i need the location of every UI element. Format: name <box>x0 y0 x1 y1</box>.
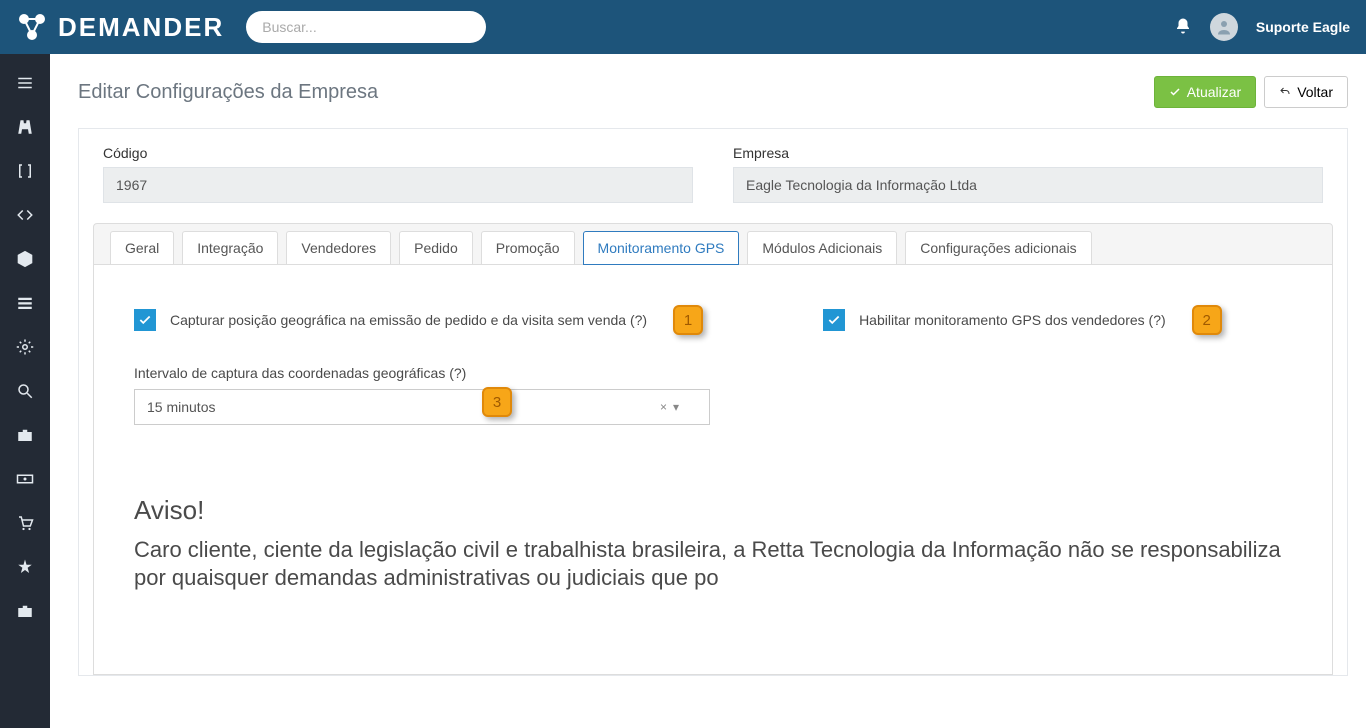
sidebar-item-road[interactable] <box>0 106 50 148</box>
brand-logo: DEMANDER <box>16 11 224 43</box>
checkbox-capture-position[interactable] <box>134 309 156 331</box>
chevron-down-icon: ▾ <box>673 400 679 414</box>
tab-configuracoes-adicionais[interactable]: Configurações adicionais <box>905 231 1091 265</box>
undo-icon <box>1279 86 1291 98</box>
check-enable-gps: Habilitar monitoramento GPS dos vendedor… <box>823 305 1222 335</box>
tab-vendedores[interactable]: Vendedores <box>286 231 391 265</box>
search-input[interactable] <box>246 11 486 43</box>
sidebar <box>0 54 50 728</box>
tab-promocao[interactable]: Promoção <box>481 231 575 265</box>
warning-block: Aviso! Caro cliente, ciente da legislaçã… <box>134 495 1292 591</box>
annotation-3: 3 <box>482 387 512 417</box>
back-button[interactable]: Voltar <box>1264 76 1348 108</box>
checkbox-enable-gps[interactable] <box>823 309 845 331</box>
page: Editar Configurações da Empresa Atualiza… <box>50 54 1366 728</box>
interval-group: Intervalo de captura das coordenadas geo… <box>134 365 710 425</box>
check-icon <box>138 313 152 327</box>
sidebar-item-briefcase[interactable] <box>0 414 50 456</box>
sidebar-item-search[interactable] <box>0 370 50 412</box>
tab-content: Capturar posição geográfica na emissão d… <box>93 265 1333 675</box>
search-wrap <box>246 11 486 43</box>
sidebar-item-settings[interactable] <box>0 326 50 368</box>
sidebar-item-package[interactable] <box>0 238 50 280</box>
page-header: Editar Configurações da Empresa Atualiza… <box>78 76 1348 108</box>
username[interactable]: Suporte Eagle <box>1256 19 1350 35</box>
warning-body: Caro cliente, ciente da legislação civil… <box>134 536 1292 591</box>
check-capture-position-label: Capturar posição geográfica na emissão d… <box>170 312 647 328</box>
code-label: Código <box>103 145 693 161</box>
sidebar-item-cash[interactable] <box>0 458 50 500</box>
tab-geral[interactable]: Geral <box>110 231 174 265</box>
company-input <box>733 167 1323 203</box>
tab-pedido[interactable]: Pedido <box>399 231 473 265</box>
tab-modulos-adicionais[interactable]: Módulos Adicionais <box>747 231 897 265</box>
bell-icon[interactable] <box>1174 17 1192 38</box>
sidebar-item-brackets[interactable] <box>0 150 50 192</box>
brand-text: DEMANDER <box>58 12 224 43</box>
check-enable-gps-label: Habilitar monitoramento GPS dos vendedor… <box>859 312 1166 328</box>
tab-monitoramento-gps[interactable]: Monitoramento GPS <box>583 231 740 265</box>
sidebar-item-list[interactable] <box>0 282 50 324</box>
clear-icon[interactable]: × <box>660 400 667 414</box>
annotation-1: 1 <box>673 305 703 335</box>
sidebar-item-cart[interactable] <box>0 502 50 544</box>
tabs-row: Geral Integração Vendedores Pedido Promo… <box>93 223 1333 265</box>
interval-select[interactable]: 15 minutos × ▾ <box>134 389 710 425</box>
sidebar-item-briefcase2[interactable] <box>0 590 50 632</box>
tab-integracao[interactable]: Integração <box>182 231 278 265</box>
logo-icon <box>16 11 48 43</box>
annotation-2: 2 <box>1192 305 1222 335</box>
interval-label: Intervalo de captura das coordenadas geo… <box>134 365 710 381</box>
interval-value: 15 minutos <box>147 399 215 415</box>
update-button[interactable]: Atualizar <box>1154 76 1256 108</box>
check-icon <box>827 313 841 327</box>
main-card: Código Empresa Geral Integração Vendedor… <box>78 128 1348 676</box>
avatar[interactable] <box>1210 13 1238 41</box>
back-button-label: Voltar <box>1297 84 1333 100</box>
check-icon <box>1169 86 1181 98</box>
topbar-right: Suporte Eagle <box>1174 13 1350 41</box>
page-title: Editar Configurações da Empresa <box>78 81 378 104</box>
check-capture-position: Capturar posição geográfica na emissão d… <box>134 305 703 335</box>
topbar: DEMANDER Suporte Eagle <box>0 0 1366 54</box>
sidebar-menu-toggle[interactable] <box>0 62 50 104</box>
code-input <box>103 167 693 203</box>
sidebar-item-code[interactable] <box>0 194 50 236</box>
update-button-label: Atualizar <box>1187 84 1241 100</box>
warning-title: Aviso! <box>134 495 1292 526</box>
company-label: Empresa <box>733 145 1323 161</box>
sidebar-item-star[interactable] <box>0 546 50 588</box>
